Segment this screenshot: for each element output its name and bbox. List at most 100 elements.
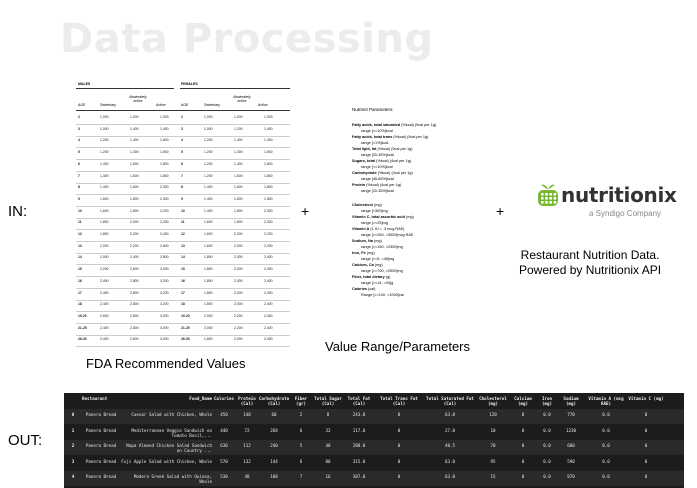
table-cell: 17 [78,290,82,295]
parameter-detail: (g) [384,275,391,279]
table-cell: 288.0 [352,443,366,448]
table-cell: 13 [181,243,185,248]
table-cell: 1 [71,427,75,433]
table-cell: 80 [325,458,331,464]
nutritionix-subtitle: a Syndigo Company [589,209,662,218]
males-header: MALES [78,82,91,86]
parameter-detail: (%kcal) (4cal per 1g) [376,171,413,175]
table-cell: 0.0 [543,443,551,448]
col-sedentary: Sedentary [100,103,116,107]
nutritionix-caption-line: Powered by Nutritionix API [519,263,662,277]
table-cell: 1,600 [204,243,213,248]
table-cell: 0 [521,458,525,464]
table-cell: 2,400 [100,325,109,330]
output-table-header: Restaurant Food_Name Calories Protein (Cal)… [64,393,684,408]
table-row: 0 Panera Bread Caesar Salad with Chicken, … [64,409,684,424]
table-cell: 18 [78,302,82,307]
parameter-name: Carbohydrate [352,171,377,175]
parameter-name: Sodium, Na [352,239,373,243]
table-cell: 2,000 [100,255,109,260]
fda-table: MALES FEMALES AGE Sedentary Moderately a… [76,82,290,348]
table-cell: 2,400 [264,325,273,330]
parameter-detail: (mg) [365,251,375,255]
table-row: 4 Panera Bread Modern Greek Salad with Qui… [64,471,684,486]
column-header: Total Saturated Fat (Cal) [426,396,474,406]
output-table: Restaurant Food_Name Calories Protein (Cal)… [64,393,684,488]
table-cell: 0 [71,412,75,417]
parameter-detail: (%kcal) (9cal per 1g) [400,123,437,127]
out-label: OUT: [8,432,43,449]
table-cell: 1,600 [100,208,109,213]
table-cell: 3,000 [160,313,169,318]
parameter-name: Fiber, total dietary [352,275,385,279]
table-cell: 2,000 [130,220,139,225]
table-cell: 1,600 [234,173,243,178]
table-cell: 10 [490,427,496,433]
table-cell: 1,800 [234,220,243,225]
table-cell: 2,000 [264,220,273,225]
table-cell: 0 [644,458,648,464]
table-cell: 117.0 [352,427,366,433]
parameter-detail: (mg) [372,239,382,243]
table-cell: 1,800 [234,208,243,213]
table-cell: 14 [181,255,185,260]
column-header: Sodium (mg) [563,396,579,406]
col-active: Active [258,103,268,107]
table-cell: 2,000 [234,337,243,342]
table-cell: 19-20 [181,313,190,318]
table-cell: 268 [270,427,278,433]
table-cell: 1,600 [130,185,139,190]
table-cell: 2,000 [264,208,273,213]
column-header: Protein (Cal) [238,396,256,406]
table-cell: 9 [78,196,80,201]
table-cell: 1,400 [264,138,273,143]
table-cell: 2,600 [130,337,139,342]
table-cell: 63.0 [444,412,456,417]
table-cell: 15 [78,267,82,272]
nutritionix-caption: Restaurant Nutrition Data. Powered by Nu… [519,248,661,278]
table-cell: 1,600 [264,161,273,166]
table-cell: 0 [397,474,401,479]
table-cell: 1,600 [264,150,273,155]
table-cell: 48 [325,443,331,448]
table-cell: 26-30 [78,337,87,342]
table-cell: 26-30 [181,337,190,342]
table-cell: 6 [299,458,303,464]
col-moderate: Moderately active [129,95,147,103]
table-cell: 1,800 [204,267,213,272]
table-cell: 108 [270,474,278,479]
table-cell: 16 [325,474,331,479]
table-cell: 2,800 [130,325,139,330]
table-cell: 1,800 [204,290,213,295]
table-cell: 1,600 [160,138,169,143]
table-cell: 2,400 [264,302,273,307]
table-cell: 0.0 [602,443,610,448]
table-cell: 12 [78,232,82,236]
table-cell: 2,600 [100,313,109,318]
table-cell: 27.0 [444,427,456,433]
table-cell: 4 [181,138,183,143]
table-cell: 630 [220,443,228,448]
parameter-detail: Range [>=100, <1000]cal [361,293,404,297]
table-cell: 0 [644,474,648,479]
table-cell: 60 [271,412,277,417]
table-cell: 1,600 [100,196,109,201]
table-cell: 0 [644,427,648,433]
table-cell: 2,000 [100,243,109,248]
table-cell: 2,200 [130,232,139,236]
parameter-detail: range [>=25]mg [361,221,388,225]
table-cell: 2,000 [234,243,243,248]
table-cell: 0.0 [602,412,610,417]
parameter-name: Cholesterol [352,203,373,207]
table-cell: 7 [181,173,183,178]
table-cell: 1,400 [100,185,109,190]
table-cell: 3,200 [160,302,169,307]
column-header: Iron (mg) [541,396,553,406]
column-header: Restaurant [82,396,108,401]
table-cell: 240 [270,443,278,448]
parameter-detail: range [<300]mg [361,209,388,213]
table-cell: 1,800 [100,220,109,225]
table-cell: 32 [325,427,331,433]
table-cell: 1,000 [130,115,139,119]
table-cell: 15 [181,267,185,272]
